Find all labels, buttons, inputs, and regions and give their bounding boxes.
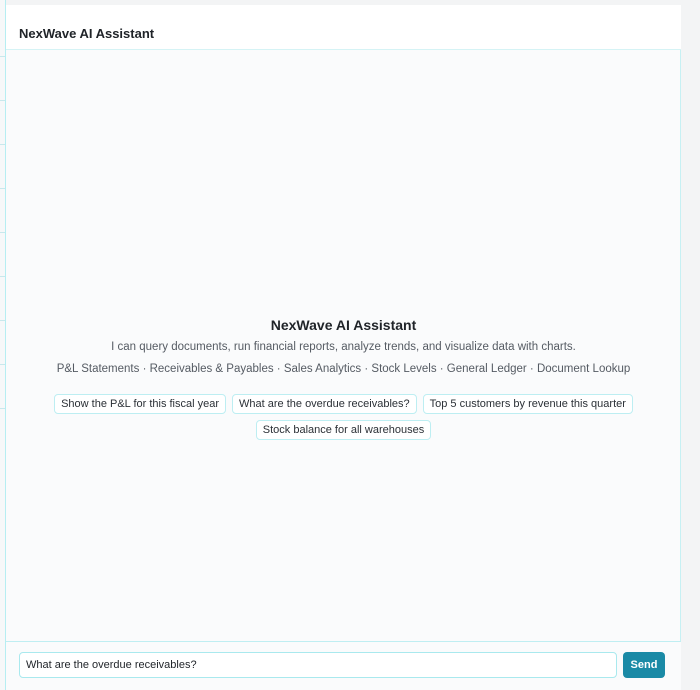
rail-divider [0,408,5,409]
message-composer: Send [6,641,681,690]
suggestion-row: Stock balance for all warehouses [6,420,681,440]
suggestion-row: Show the P&L for this fiscal year What a… [6,394,681,414]
suggestion-chip[interactable]: Stock balance for all warehouses [255,420,432,440]
rail-divider [0,232,5,233]
rail-divider [0,276,5,277]
welcome-section: NexWave AI Assistant I can query documen… [6,315,681,377]
rail-divider [0,320,5,321]
rail-divider [0,100,5,101]
welcome-subtitle: I can query documents, run financial rep… [111,341,576,353]
rail-divider [0,364,5,365]
suggestion-chip[interactable]: What are the overdue receivables? [232,394,417,414]
welcome-title: NexWave AI Assistant [270,317,417,333]
suggestion-chip[interactable]: Show the P&L for this fiscal year [54,394,227,414]
panel-header: NexWave AI Assistant [6,5,681,50]
rail-divider [0,144,5,145]
assistant-panel: NexWave AI Assistant NexWave AI Assistan… [6,5,681,690]
capabilities-list: P&L Statements · Receivables & Payables … [56,363,631,375]
rail-divider [0,188,5,189]
rail-divider [0,56,5,57]
send-button[interactable]: Send [623,652,665,678]
suggestion-chip[interactable]: Top 5 customers by revenue this quarter [422,394,633,414]
header-title: NexWave AI Assistant [19,26,155,41]
app-window: NexWave AI Assistant NexWave AI Assistan… [0,0,700,690]
suggestion-chips: Show the P&L for this fiscal year What a… [6,394,681,446]
message-input[interactable] [19,652,617,678]
